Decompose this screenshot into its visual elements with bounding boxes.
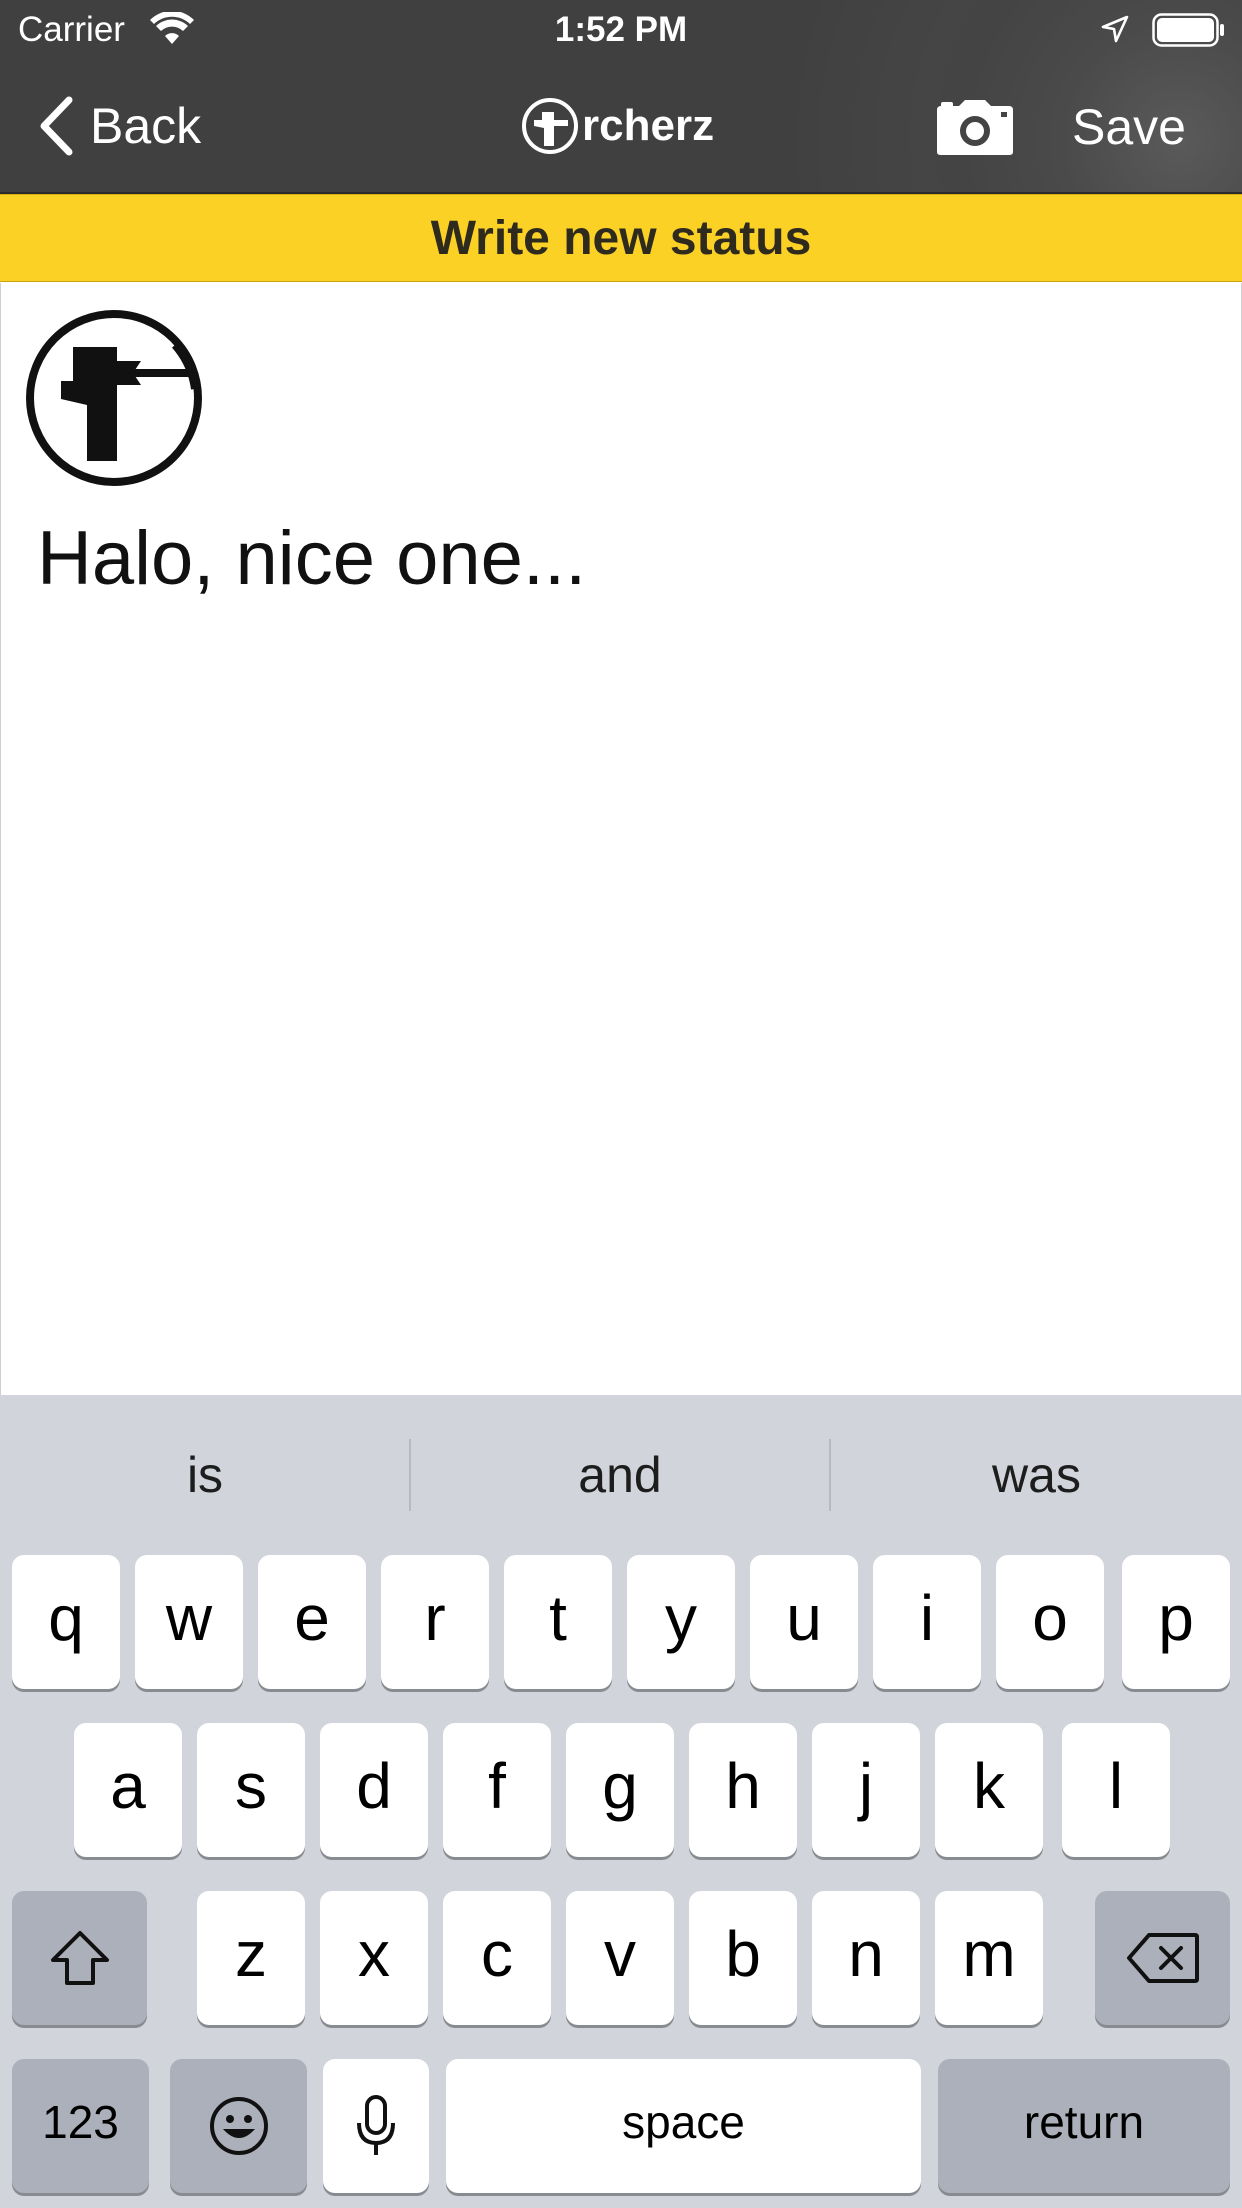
- key-x[interactable]: x: [320, 1891, 428, 2025]
- key-m[interactable]: m: [935, 1891, 1043, 2025]
- shift-icon: [50, 1931, 109, 1985]
- delete-backspace-icon: [1126, 1933, 1199, 1983]
- status-bar: Carrier 1:52 PM: [0, 0, 1242, 60]
- key-j[interactable]: j: [812, 1723, 920, 1857]
- back-button[interactable]: Back: [36, 94, 201, 158]
- key-o[interactable]: o: [996, 1555, 1104, 1689]
- keyboard: is and was q w e r t y u i o p a s d f g…: [0, 1395, 1242, 2208]
- key-v[interactable]: v: [566, 1891, 674, 2025]
- key-q[interactable]: q: [12, 1555, 120, 1689]
- key-i[interactable]: i: [873, 1555, 981, 1689]
- chevron-left-icon: [40, 96, 73, 156]
- emoji-key[interactable]: [170, 2059, 307, 2193]
- key-f[interactable]: f: [443, 1723, 551, 1857]
- key-z[interactable]: z: [197, 1891, 305, 2025]
- key-d[interactable]: d: [320, 1723, 428, 1857]
- key-e[interactable]: e: [258, 1555, 366, 1689]
- key-k[interactable]: k: [935, 1723, 1043, 1857]
- numbers-key[interactable]: 123: [12, 2059, 149, 2193]
- battery-icon: [1152, 13, 1224, 47]
- avatar: [26, 310, 202, 486]
- key-r[interactable]: r: [381, 1555, 489, 1689]
- key-h[interactable]: h: [689, 1723, 797, 1857]
- key-g[interactable]: g: [566, 1723, 674, 1857]
- key-s[interactable]: s: [197, 1723, 305, 1857]
- space-key[interactable]: space: [446, 2059, 921, 2193]
- status-time: 1:52 PM: [554, 10, 688, 49]
- return-key[interactable]: return: [938, 2059, 1230, 2193]
- suggestion-bar: is and was: [0, 1395, 1242, 1551]
- key-c[interactable]: c: [443, 1891, 551, 2025]
- compose-area: Halo, nice one...: [0, 283, 1242, 1395]
- back-label: Back: [90, 98, 202, 154]
- logo-text: rcherz: [582, 101, 715, 150]
- dictation-key[interactable]: [323, 2059, 429, 2193]
- key-t[interactable]: t: [504, 1555, 612, 1689]
- archerz-logo: rcherz: [520, 96, 714, 156]
- key-p[interactable]: p: [1122, 1555, 1230, 1689]
- key-w[interactable]: w: [135, 1555, 243, 1689]
- key-u[interactable]: u: [750, 1555, 858, 1689]
- camera-icon[interactable]: [935, 98, 1015, 156]
- key-l[interactable]: l: [1062, 1723, 1170, 1857]
- status-text-input[interactable]: Halo, nice one...: [37, 515, 1207, 602]
- emoji-icon: [209, 2097, 268, 2155]
- navigation-bar: Back rcherz Save: [0, 60, 1242, 194]
- top-bar: Carrier 1:52 PM Back rcherz Save: [0, 0, 1242, 194]
- shift-key[interactable]: [12, 1891, 147, 2025]
- archer-logo-icon: [522, 98, 578, 154]
- delete-key[interactable]: [1095, 1891, 1230, 2025]
- key-n[interactable]: n: [812, 1891, 920, 2025]
- suggestion-3[interactable]: was: [831, 1395, 1242, 1551]
- page-title-banner: Write new status: [0, 194, 1242, 282]
- key-a[interactable]: a: [74, 1723, 182, 1857]
- suggestion-1[interactable]: is: [0, 1395, 410, 1551]
- key-b[interactable]: b: [689, 1891, 797, 2025]
- save-button[interactable]: Save: [1072, 98, 1186, 156]
- microphone-icon: [357, 2095, 395, 2155]
- location-arrow-icon: [1101, 15, 1129, 43]
- key-y[interactable]: y: [627, 1555, 735, 1689]
- suggestion-2[interactable]: and: [411, 1395, 829, 1551]
